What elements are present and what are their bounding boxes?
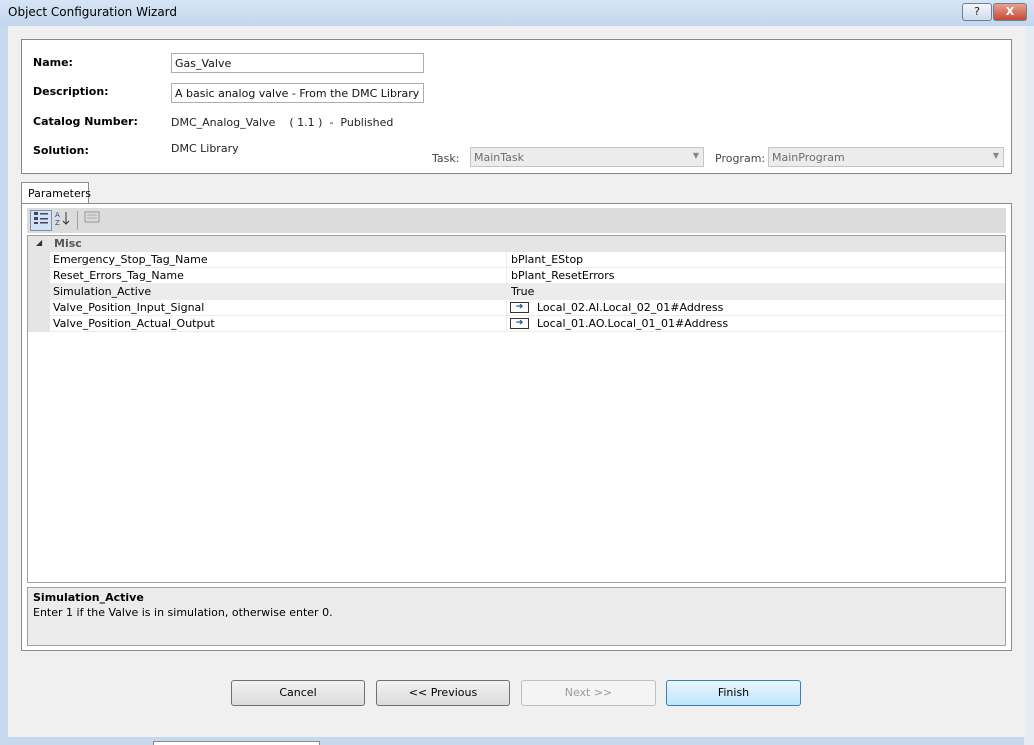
catalog-number-value: DMC_Analog_Valve ( 1.1 ) - Published (171, 116, 394, 129)
description-panel: Simulation_Active Enter 1 if the Valve i… (27, 587, 1006, 646)
property-pages-icon (84, 211, 100, 223)
previous-button[interactable]: << Previous (376, 680, 510, 706)
column-divider (506, 252, 507, 268)
link-arrow-icon[interactable]: ➔ (510, 302, 529, 313)
category-row-misc[interactable]: ◢ Misc (28, 236, 1005, 252)
link-arrow-icon[interactable]: ➔ (510, 318, 529, 329)
solution-label: Solution: (33, 144, 89, 157)
task-select-value: MainTask (474, 151, 524, 164)
property-name: Emergency_Stop_Tag_Name (53, 253, 208, 266)
toolbar-separator (77, 211, 78, 230)
name-field[interactable]: Gas_Valve (171, 53, 424, 73)
property-pages-button[interactable] (81, 210, 103, 231)
property-name: Valve_Position_Actual_Output (53, 317, 215, 330)
cancel-button[interactable]: Cancel (231, 680, 365, 706)
property-row[interactable]: Reset_Errors_Tag_Name bPlant_ResetErrors (50, 268, 1005, 284)
catalog-number-label: Catalog Number: (33, 115, 138, 128)
column-divider (506, 284, 507, 300)
property-value[interactable]: Local_02.AI.Local_02_01#Address (537, 301, 723, 314)
property-value[interactable]: Local_01.AO.Local_01_01#Address (537, 317, 728, 330)
collapse-icon[interactable]: ◢ (36, 238, 42, 247)
categorized-icon (34, 212, 48, 224)
property-row[interactable]: Valve_Position_Input_Signal ➔ Local_02.AI.… (50, 300, 1005, 316)
description-label: Description: (33, 85, 109, 98)
program-select[interactable]: MainProgram ▼ (768, 147, 1004, 167)
tab-parameters[interactable]: Parameters (21, 182, 91, 204)
finish-button[interactable]: Finish (666, 680, 801, 706)
column-divider (506, 316, 507, 332)
chevron-down-icon: ▼ (692, 151, 699, 160)
grid-margin (28, 252, 50, 332)
property-name: Valve_Position_Input_Signal (53, 301, 205, 314)
program-label: Program: (715, 152, 766, 165)
description-field[interactable]: A basic analog valve - From the DMC Libr… (171, 83, 424, 103)
object-info-group: Name: Gas_Valve Description: A basic ana… (21, 39, 1012, 174)
sort-az-icon: AZ (55, 211, 70, 227)
column-divider (506, 268, 507, 284)
svg-text:Z: Z (55, 219, 60, 226)
alphabetical-sort-button[interactable]: AZ (52, 210, 74, 231)
property-value[interactable]: True (511, 285, 534, 298)
next-button[interactable]: Next >> (521, 680, 656, 706)
window-title: Object Configuration Wizard (8, 5, 178, 19)
property-value[interactable]: bPlant_EStop (511, 253, 583, 266)
close-button[interactable]: X (993, 3, 1027, 21)
task-label: Task: (432, 152, 460, 165)
categorized-view-button[interactable] (30, 210, 52, 231)
task-select[interactable]: MainTask ▼ (470, 147, 704, 167)
property-row[interactable]: Valve_Position_Actual_Output ➔ Local_01.AO… (50, 316, 1005, 332)
program-select-value: MainProgram (772, 151, 845, 164)
property-value[interactable]: bPlant_ResetErrors (511, 269, 614, 282)
property-row[interactable]: Simulation_Active True (50, 284, 1005, 300)
solution-value: DMC Library (171, 142, 239, 155)
description-text: Enter 1 if the Valve is in simulation, o… (33, 606, 333, 619)
property-name: Reset_Errors_Tag_Name (53, 269, 184, 282)
column-divider (506, 300, 507, 316)
title-bar: Object Configuration Wizard ? X (0, 0, 1034, 26)
category-name: Misc (54, 237, 82, 250)
description-title: Simulation_Active (33, 591, 144, 604)
chevron-down-icon: ▼ (992, 151, 999, 160)
property-row[interactable]: Emergency_Stop_Tag_Name bPlant_EStop (50, 252, 1005, 268)
property-name: Simulation_Active (53, 285, 152, 298)
name-label: Name: (33, 56, 73, 69)
taskbar-edge (153, 741, 320, 745)
property-grid: ◢ Misc Emergency_Stop_Tag_Name bPlant_ESt… (27, 235, 1006, 583)
help-button[interactable]: ? (962, 3, 992, 21)
property-grid-toolbar: AZ (27, 208, 1006, 233)
svg-text:A: A (55, 211, 60, 219)
